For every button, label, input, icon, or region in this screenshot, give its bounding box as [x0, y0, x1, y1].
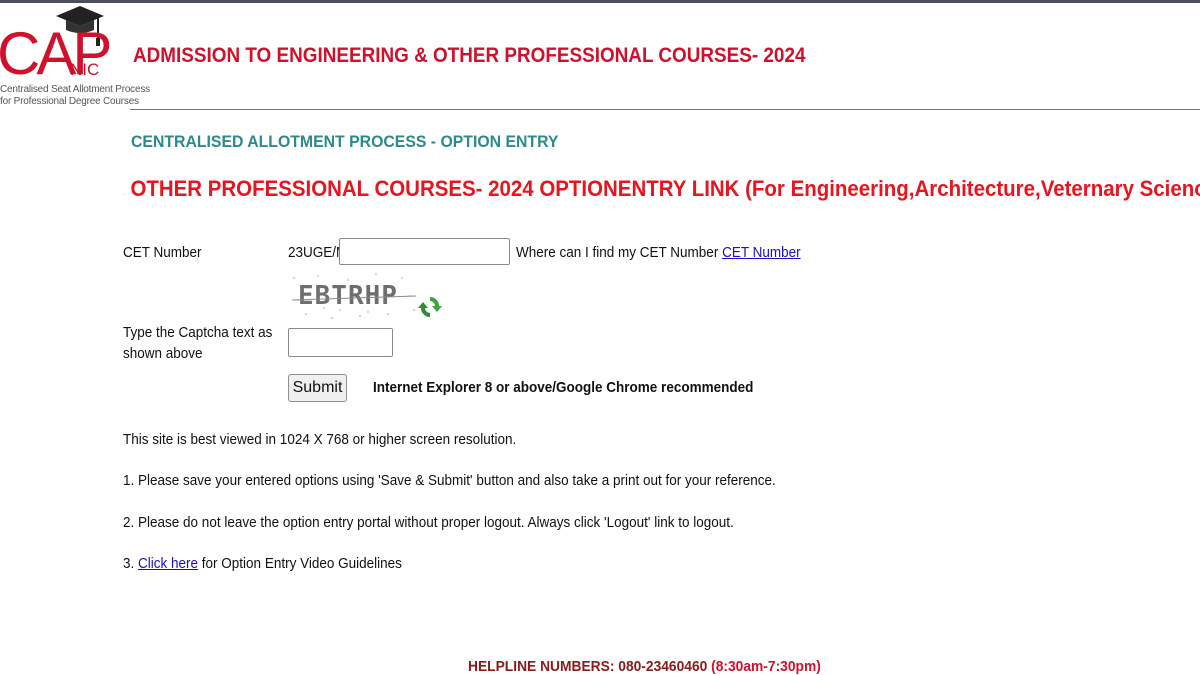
logo-subtitle-line2: for Professional Degree Courses: [0, 96, 139, 107]
cet-help-label: Where can I find my CET Number: [516, 244, 719, 261]
note-item-3-prefix: 3.: [123, 555, 139, 572]
logo-subtitle-line1: Centralised Seat Allotment Process: [0, 84, 150, 95]
marquee-link-text[interactable]: & OTHER PROFESSIONAL COURSES- 2024 OPTIO…: [124, 176, 1200, 202]
captcha-label-line1: Type the Captcha text as: [123, 324, 273, 341]
helpline-footer: HELPLINE NUMBERS: 080-23460460 (8:30am-7…: [468, 658, 821, 675]
captcha-label-line2: shown above: [123, 345, 203, 362]
cet-number-link[interactable]: CET Number: [722, 244, 801, 261]
captcha-image: EBTRHP: [288, 270, 420, 322]
helpline-number: 080-23460460: [614, 658, 708, 675]
announcement-marquee[interactable]: & OTHER PROFESSIONAL COURSES- 2024 OPTIO…: [124, 176, 1200, 206]
note-item-3-suffix: for Option Entry Video Guidelines: [198, 555, 402, 572]
helpline-label: HELPLINE NUMBERS:: [468, 658, 615, 675]
video-guidelines-link[interactable]: Click here: [138, 555, 198, 572]
note-item-3: 3. Click here for Option Entry Video Gui…: [123, 555, 402, 572]
cet-help-text: Where can I find my CET Number CET Numbe…: [516, 244, 801, 261]
helpline-hours: (8:30am-7:30pm): [707, 658, 821, 675]
cet-number-input[interactable]: [339, 238, 510, 265]
cap-logo: CAP NIC Centralised Seat Allotment Proce…: [0, 4, 150, 112]
section-title: CENTRALISED ALLOTMENT PROCESS - OPTION E…: [131, 132, 559, 151]
browser-recommendation: Internet Explorer 8 or above/Google Chro…: [373, 379, 754, 396]
cet-number-label: CET Number: [123, 244, 202, 261]
resolution-note: This site is best viewed in 1024 X 768 o…: [123, 431, 517, 448]
logo-nic-text: NIC: [70, 60, 100, 79]
captcha-text: EBTRHP: [298, 281, 398, 311]
note-item-1: 1. Please save your entered options usin…: [123, 472, 776, 489]
refresh-captcha-icon[interactable]: [418, 294, 442, 320]
header-divider: [130, 109, 1200, 110]
note-item-2: 2. Please do not leave the option entry …: [123, 514, 734, 531]
captcha-input[interactable]: [288, 328, 393, 357]
top-border: [0, 0, 1200, 3]
page-header-title: ADMISSION TO ENGINEERING & OTHER PROFESS…: [133, 44, 806, 67]
submit-button[interactable]: Submit: [288, 374, 347, 402]
